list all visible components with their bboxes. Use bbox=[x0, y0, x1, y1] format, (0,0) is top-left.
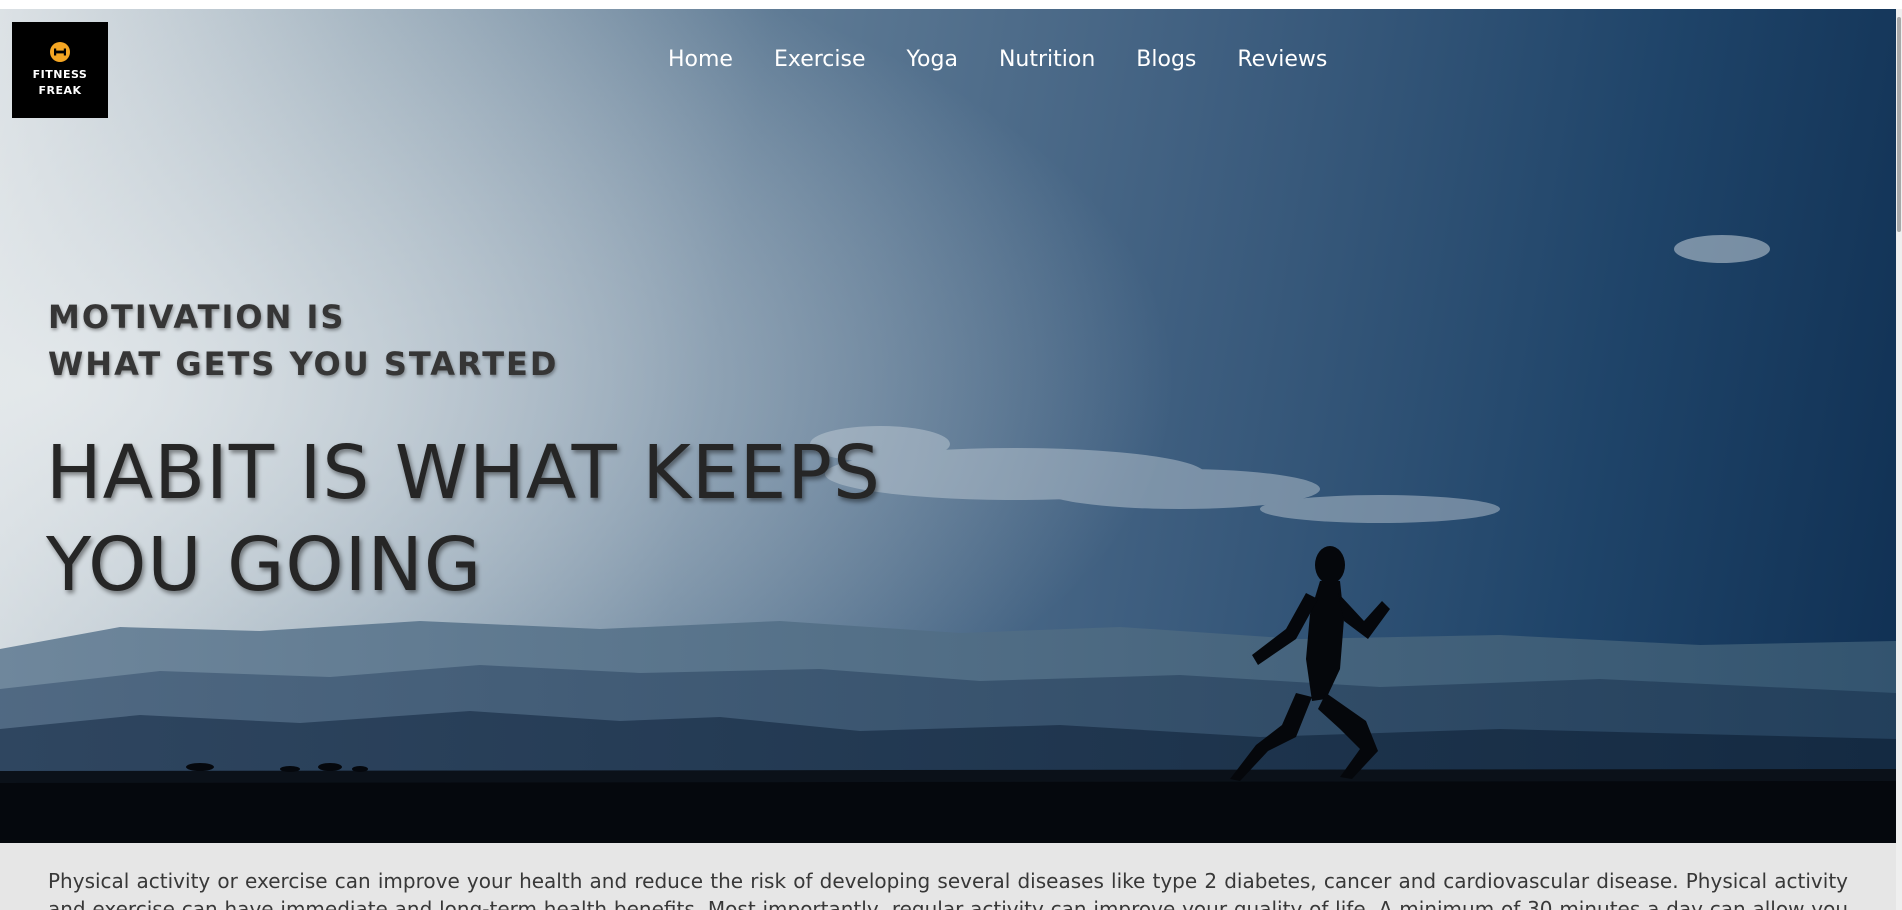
hero-background-image bbox=[0, 9, 1896, 843]
nav-reviews[interactable]: Reviews bbox=[1237, 45, 1327, 75]
hero-line-4: YOU GOING bbox=[46, 522, 483, 608]
nav-exercise[interactable]: Exercise bbox=[774, 45, 866, 75]
scrollbar-thumb[interactable] bbox=[1897, 17, 1901, 232]
dumbbell-icon bbox=[50, 42, 70, 62]
page-scrollbar[interactable] bbox=[1896, 9, 1902, 910]
hero-line-3: HABIT IS WHAT KEEPS bbox=[46, 430, 881, 516]
hero-line-2: WHAT GETS YOU STARTED bbox=[48, 345, 559, 383]
nav-home[interactable]: Home bbox=[668, 45, 733, 75]
hero-banner: FITNESS FREAK Home Exercise Yoga Nutriti… bbox=[0, 9, 1896, 843]
intro-section: Physical activity or exercise can improv… bbox=[0, 843, 1896, 910]
nav-yoga[interactable]: Yoga bbox=[907, 45, 958, 75]
hero-heading: HABIT IS WHAT KEEPS YOU GOING bbox=[46, 427, 881, 611]
hero-subheading: MOTIVATION IS WHAT GETS YOU STARTED bbox=[48, 294, 558, 388]
brand-logo[interactable]: FITNESS FREAK bbox=[12, 22, 108, 118]
brand-name: FITNESS FREAK bbox=[32, 68, 88, 97]
intro-paragraph: Physical activity or exercise can improv… bbox=[48, 869, 1848, 910]
hero-line-1: MOTIVATION IS bbox=[48, 298, 346, 336]
nav-nutrition[interactable]: Nutrition bbox=[999, 45, 1095, 75]
main-navigation: Home Exercise Yoga Nutrition Blogs Revie… bbox=[668, 45, 1327, 75]
nav-blogs[interactable]: Blogs bbox=[1136, 45, 1196, 75]
